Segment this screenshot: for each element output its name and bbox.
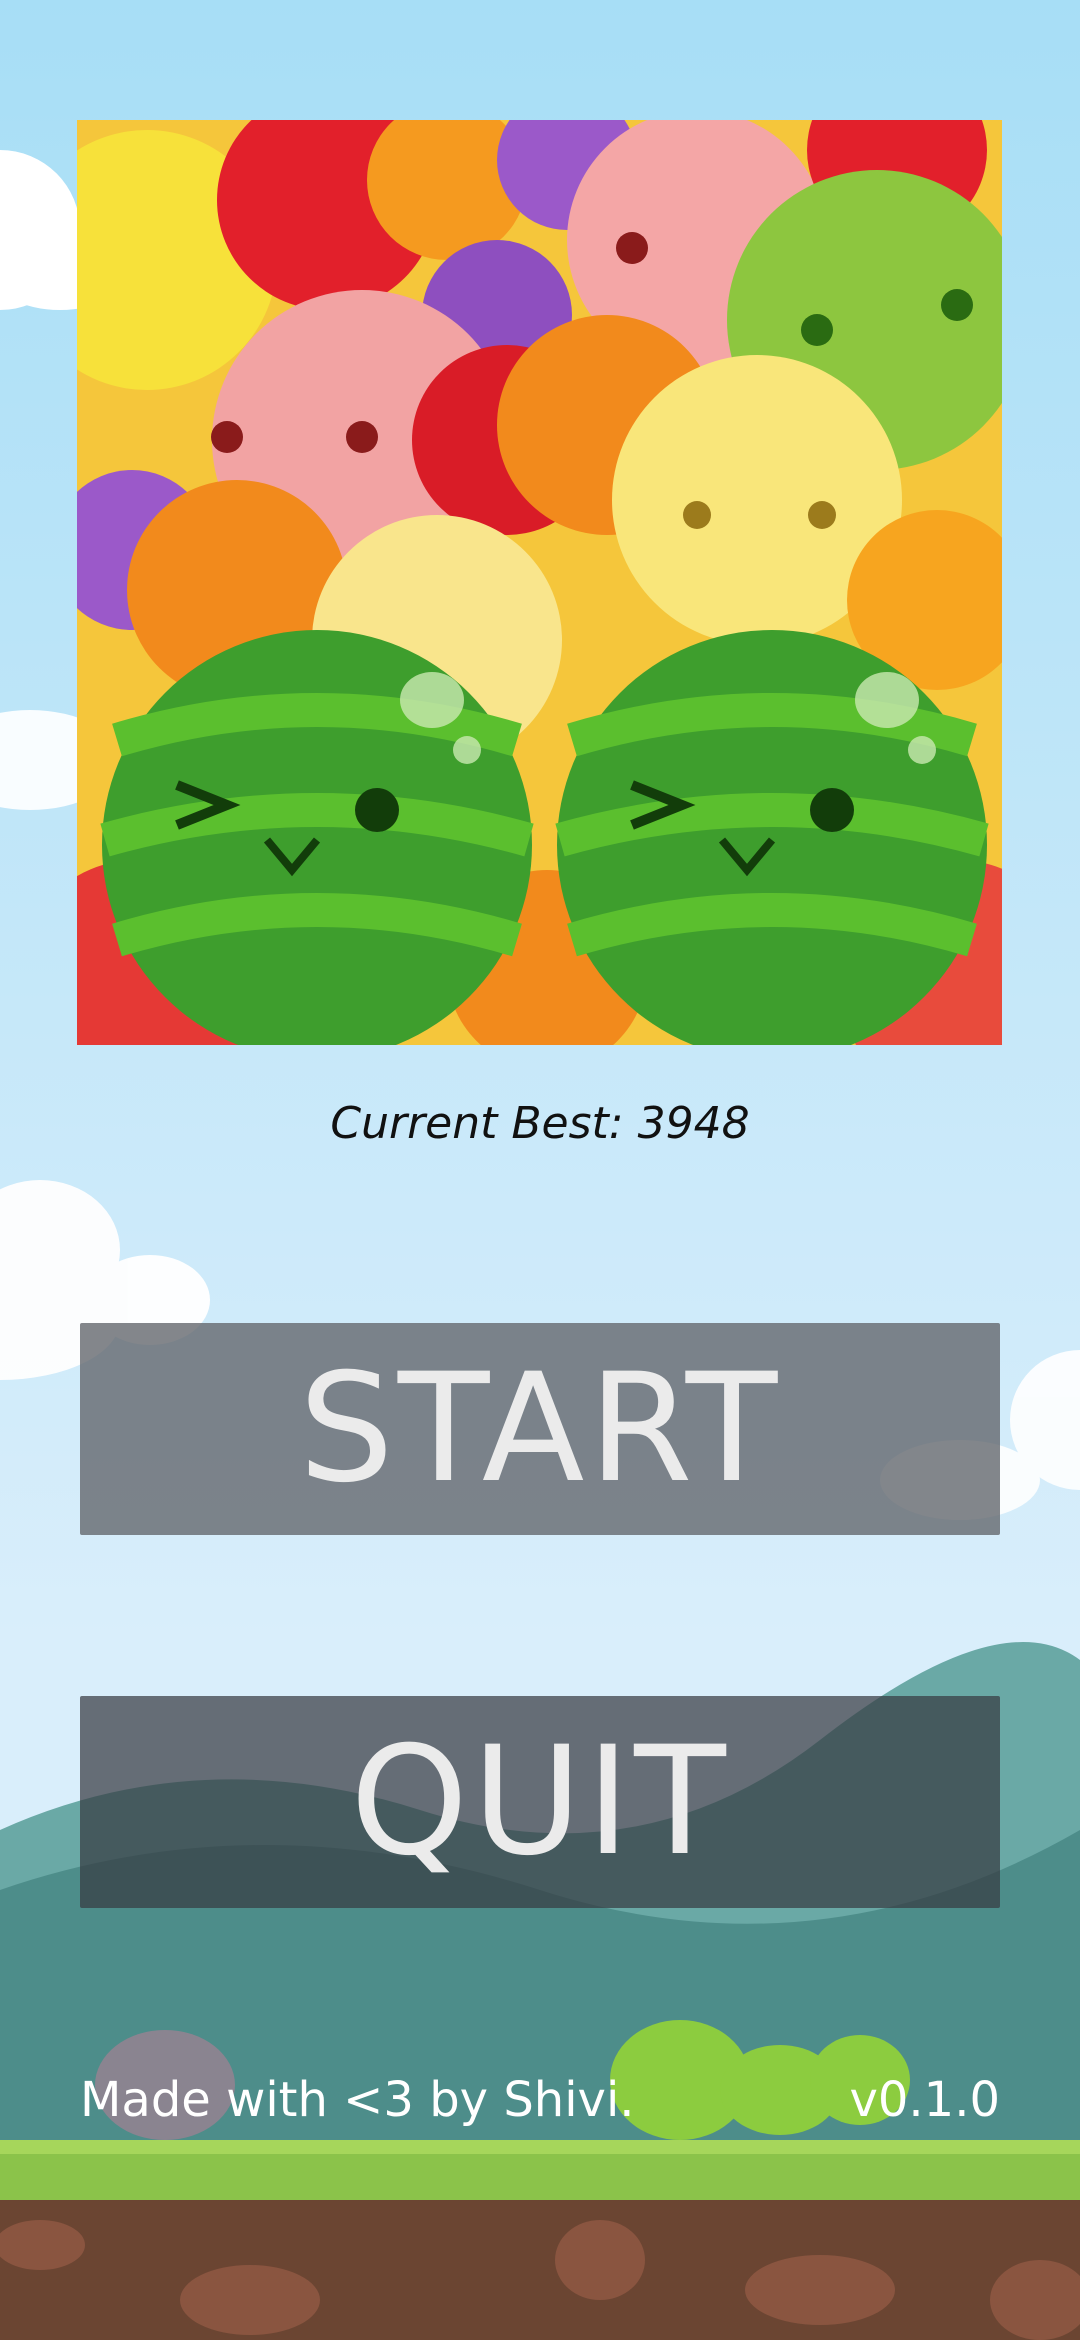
fruit-collage-icon [77,120,1002,1045]
current-best-score: Current Best: 3948 [330,1098,750,1149]
quit-button[interactable]: QUIT [80,1696,1000,1908]
grass-light [0,2140,1080,2154]
start-button-label: START [298,1342,782,1516]
fruit-collage-image [77,120,1002,1045]
dirt [0,2200,1080,2340]
credit-text: Made with <3 by Shivi. [80,2072,635,2128]
quit-button-label: QUIT [350,1715,730,1889]
watermelon-left [100,630,534,1045]
watermelon-right [555,630,989,1045]
start-button[interactable]: START [80,1323,1000,1535]
version-text: v0.1.0 [849,2072,1000,2128]
